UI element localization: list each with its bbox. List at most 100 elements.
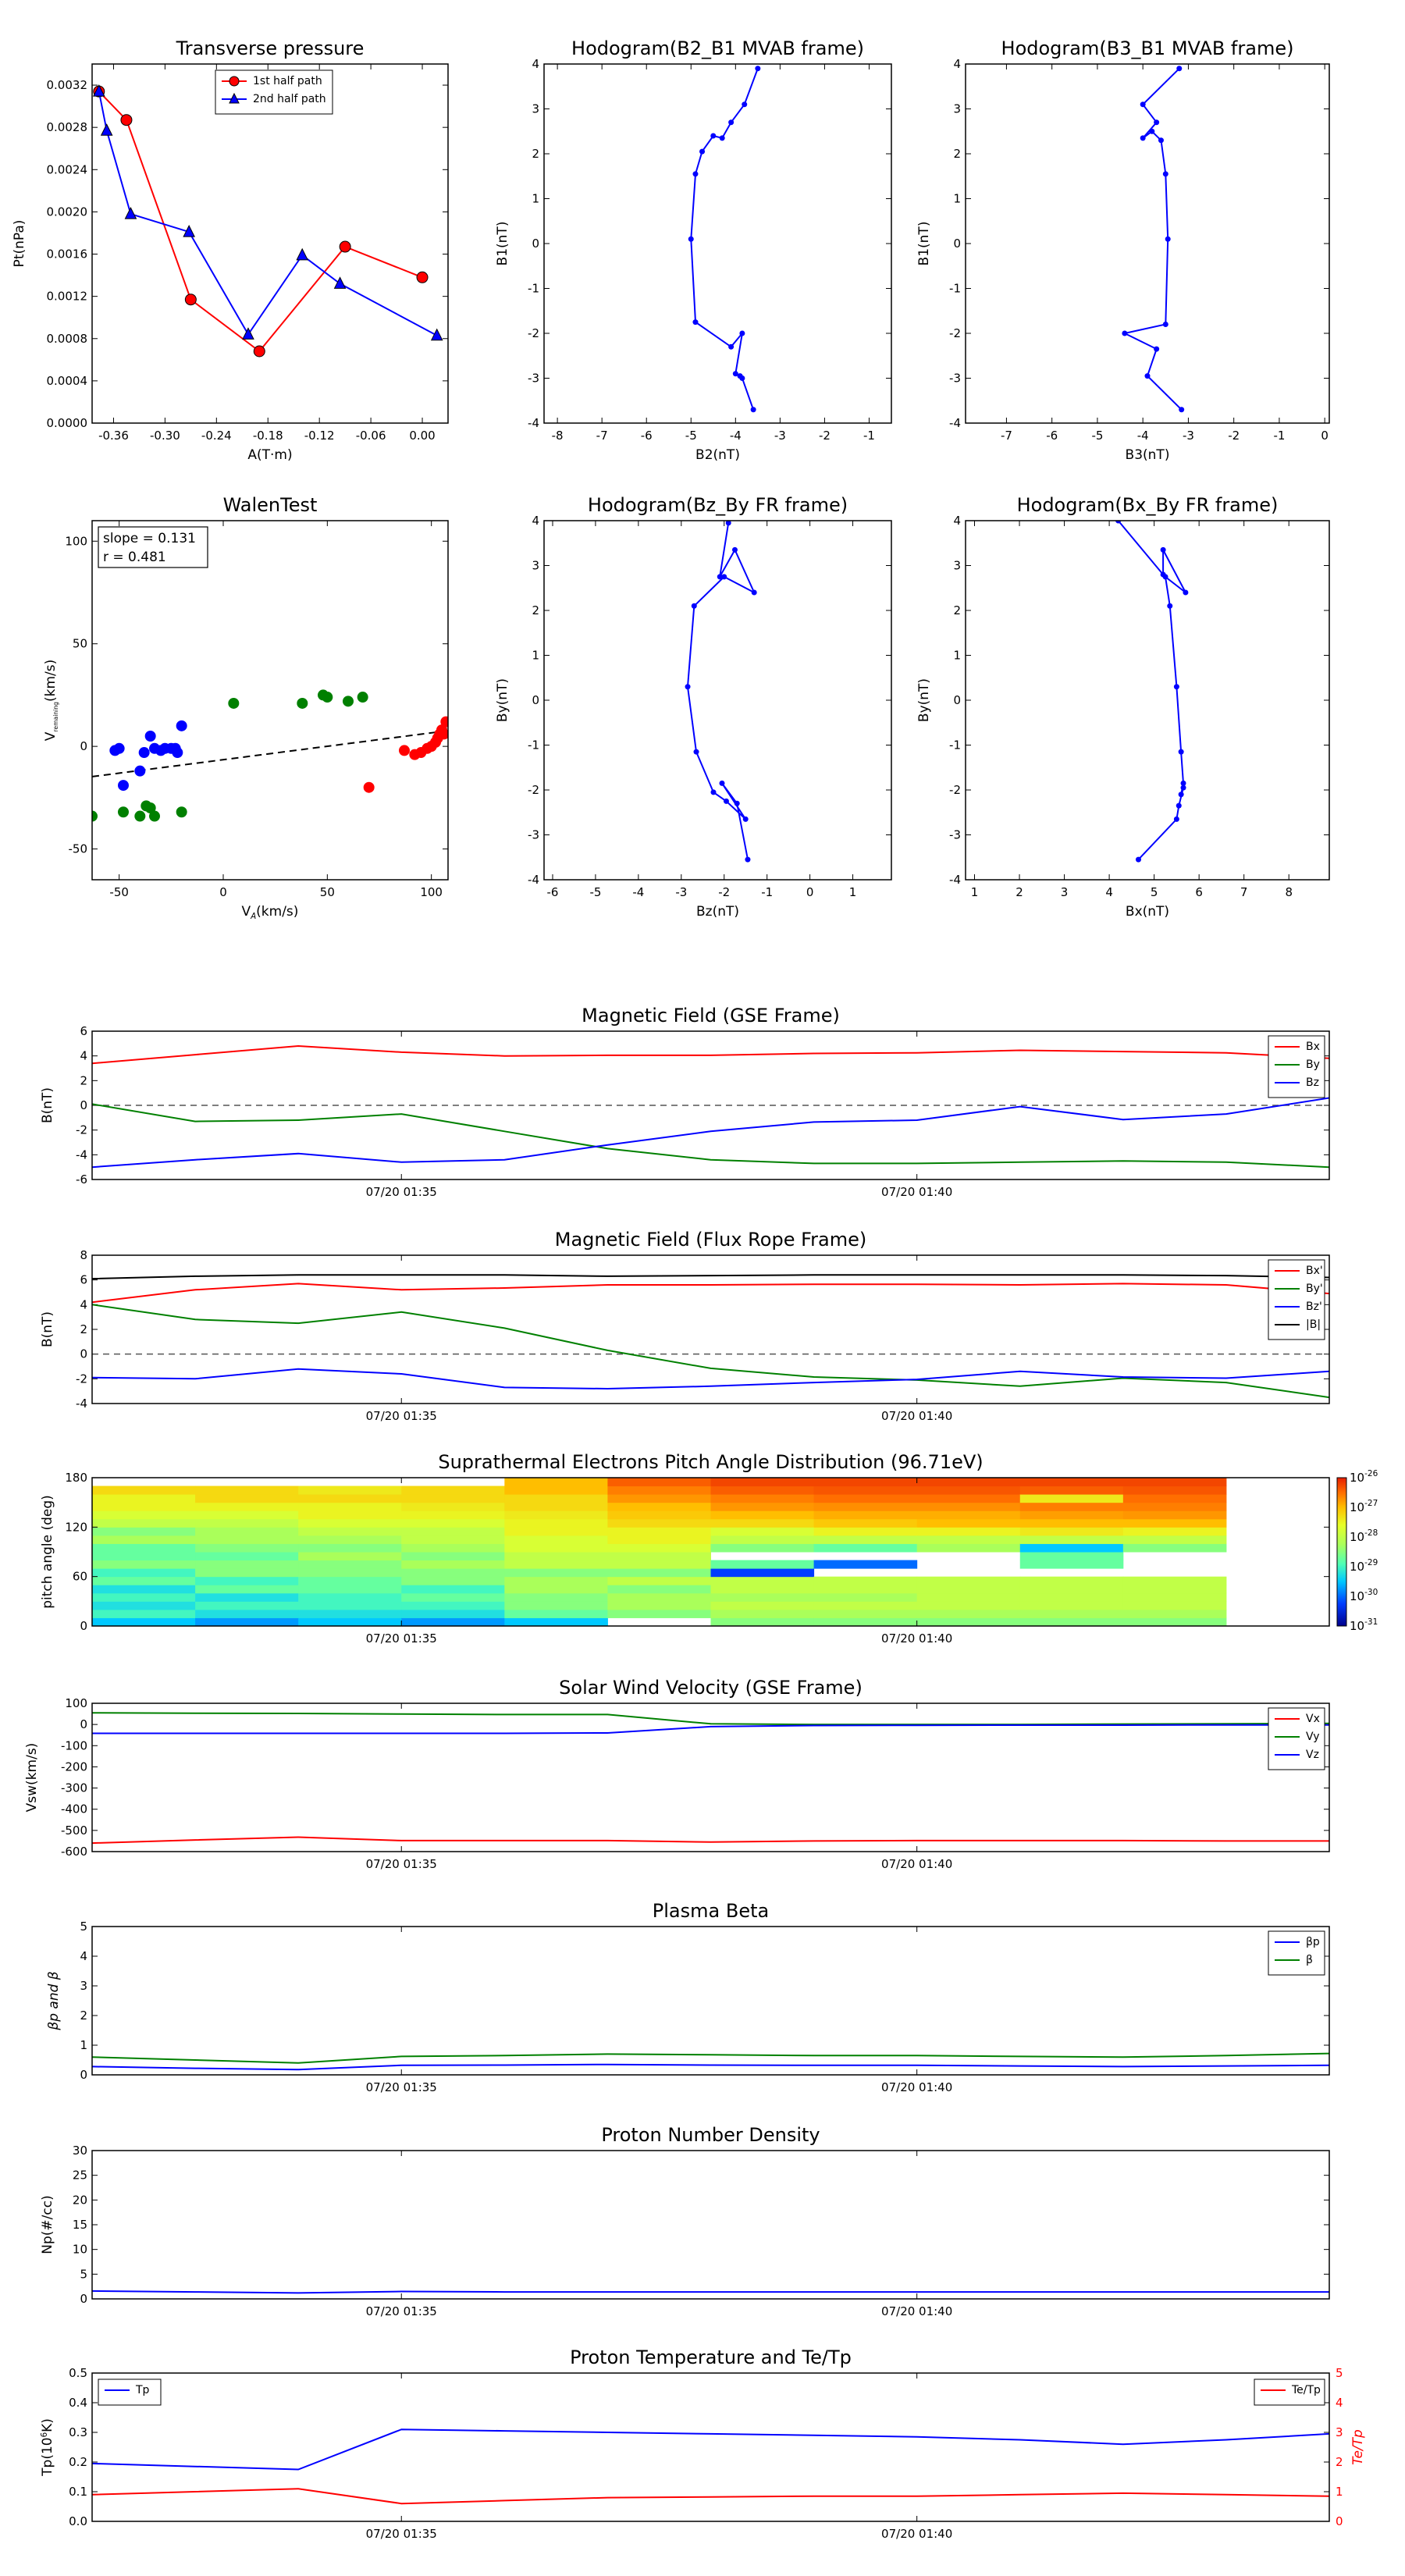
axes-frame — [91, 520, 449, 881]
heatmap-cell — [710, 1502, 815, 1511]
legend-label: βp — [1306, 1936, 1320, 1948]
y-tick-label: 15 — [73, 2218, 87, 2232]
heatmap-cell — [195, 1585, 299, 1594]
x-tick-label: 07/20 01:35 — [366, 1409, 437, 1423]
y-tick-label: 0 — [532, 693, 539, 707]
series-line-Vz — [92, 1724, 1329, 1735]
data-point — [1162, 171, 1168, 177]
y-axis-label: βp and β — [46, 1971, 62, 2030]
data-point — [1140, 101, 1146, 108]
heatmap-cell — [298, 1485, 402, 1495]
heatmap-cell — [401, 1552, 505, 1561]
heatmap-cell — [1122, 1543, 1227, 1553]
heatmap-cell — [195, 1494, 299, 1503]
y-tick-label: -300 — [61, 1781, 87, 1795]
data-point — [1165, 236, 1171, 242]
x-axis-label: B3(nT) — [1126, 447, 1170, 463]
axes-frame — [91, 1254, 1330, 1404]
heatmap-cell — [195, 1510, 299, 1520]
colorbar-label: 10-30 — [1350, 1588, 1378, 1603]
y-tick-label: -2 — [528, 783, 539, 797]
y-tick-label: 0 — [80, 1347, 87, 1361]
legend-marker — [229, 76, 240, 87]
y-tick-label: 5 — [80, 2267, 87, 2281]
x-tick-label: 07/20 01:35 — [366, 1857, 437, 1871]
heatmap-cell — [813, 1609, 918, 1618]
series-line — [1122, 68, 1183, 411]
panel-vsw: Solar Wind Velocity (GSE Frame) Vsw(km/s)… — [24, 1677, 1330, 1871]
heatmap-cell — [607, 1560, 711, 1569]
heatmap-cell — [607, 1609, 711, 1618]
data-point — [134, 765, 146, 777]
heatmap-cell — [813, 1576, 918, 1585]
heatmap-cell — [1122, 1609, 1227, 1618]
heatmap-cell — [92, 1502, 196, 1511]
heatmap-cell — [710, 1535, 815, 1544]
y-tick-label: 0.4 — [69, 2396, 87, 2410]
figure-canvas: Transverse pressureA(T·m)Pt(nPa)0.00000.… — [12, 37, 1378, 2541]
data-point — [100, 123, 113, 136]
heatmap-cell — [1019, 1609, 1124, 1618]
heatmap-cell — [195, 1560, 299, 1569]
y-tick-label: 0.2 — [69, 2455, 87, 2469]
heatmap-cell — [710, 1510, 815, 1520]
heatmap-cell — [401, 1527, 505, 1536]
heatmap-cell — [504, 1527, 608, 1536]
y-tick-label: 0.0020 — [47, 205, 88, 219]
heatmap-cell — [401, 1502, 505, 1511]
x-tick-label: 07/20 01:40 — [881, 1185, 952, 1199]
panel-bgse: Magnetic Field (GSE Frame) B(nT) -6 -4 -2 0 2 4… — [40, 1005, 1330, 1199]
x-tick-label: 8 — [1285, 885, 1293, 899]
heatmap-cell — [195, 1617, 299, 1626]
heatmap-cell — [710, 1494, 815, 1503]
plot-area — [1122, 66, 1185, 413]
heatmap-cell — [504, 1543, 608, 1553]
data-point — [430, 328, 443, 341]
legend-label: By — [1306, 1059, 1320, 1071]
y-tick-label: -4 — [949, 873, 961, 887]
series-line-By' — [92, 1304, 1329, 1399]
heatmap-cell — [1019, 1617, 1124, 1626]
heatmap-cell — [92, 1617, 196, 1626]
y-axis-label: Vremaining(km/s) — [43, 660, 59, 742]
x-tick-label: -3 — [774, 429, 786, 443]
y-tick-label: 4 — [80, 1949, 87, 1963]
heatmap-cell — [504, 1568, 608, 1578]
data-point — [719, 135, 725, 141]
heatmap-cell — [710, 1560, 815, 1569]
y-tick-label: -1 — [528, 738, 539, 753]
heatmap-cell — [401, 1518, 505, 1528]
series-line-Vy — [92, 1712, 1329, 1726]
y-tick-label: -3 — [949, 828, 961, 842]
data-point — [755, 66, 761, 72]
y-tick-label: -3 — [949, 372, 961, 386]
heatmap-cell — [504, 1592, 608, 1602]
panel-bfr: Magnetic Field (Flux Rope Frame) B(nT) -4 -… — [40, 1229, 1330, 1423]
series-line — [98, 91, 423, 353]
heatmap-cell — [1019, 1527, 1124, 1536]
series-line-Bz — [92, 1097, 1329, 1169]
y-tick-label: -100 — [61, 1738, 87, 1752]
x-tick-label: -2 — [1228, 429, 1240, 443]
heatmap-cell — [401, 1494, 505, 1503]
series-line-Vx — [92, 1836, 1329, 1845]
y-tick-label: 3 — [532, 102, 539, 116]
x-tick-label: 07/20 01:40 — [881, 1857, 952, 1871]
data-point — [1160, 546, 1166, 553]
plot-area — [92, 689, 448, 822]
panel-h4: Hodogram(Bx_By FR frame) Bx(nT) By(nT) -4 -3… — [916, 494, 1330, 920]
heatmap-cell — [607, 1552, 711, 1561]
data-point — [1173, 816, 1179, 822]
data-point — [723, 798, 729, 804]
y-tick-label: 4 — [80, 1297, 87, 1311]
x-tick-label: 5 — [1151, 885, 1158, 899]
data-point — [1178, 792, 1184, 798]
heatmap-cell — [813, 1601, 918, 1610]
y-axis-label: B1(nT) — [916, 222, 932, 266]
heatmap-cell — [1122, 1576, 1227, 1585]
y-tick-label: -2 — [949, 783, 961, 797]
y-tick-label: 100 — [65, 1696, 87, 1710]
heatmap-cell — [1122, 1502, 1227, 1511]
y-tick-label: 6 — [80, 1024, 87, 1038]
data-point — [728, 343, 735, 350]
